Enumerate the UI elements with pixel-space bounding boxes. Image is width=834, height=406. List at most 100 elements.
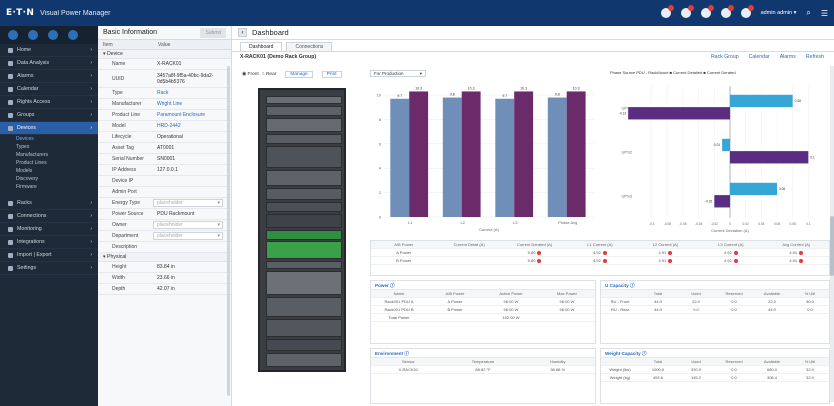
sidebar-item-calendar[interactable]: Calendar › [0, 83, 98, 96]
basic-scrollbar[interactable] [227, 66, 230, 396]
sidebar-subitem[interactable]: Manufacturers [0, 151, 98, 159]
alarm-icon[interactable] [680, 5, 694, 18]
rack-device-slot[interactable] [266, 214, 342, 228]
print-button[interactable]: Print [321, 70, 342, 78]
rack-device-slot[interactable] [266, 118, 342, 132]
rack-diagram[interactable] [258, 88, 346, 372]
sidebar-item-import-export[interactable]: Import | Export › [0, 249, 98, 262]
current-summary-table: A/B Power Current Detail (A) Current Derat… [370, 240, 830, 276]
hbar-series-2[interactable] [730, 151, 809, 164]
bar-series-1[interactable] [390, 98, 410, 217]
rack-device-slot[interactable] [266, 188, 342, 200]
home-quick-icon[interactable] [8, 30, 18, 40]
rear-radio[interactable]: ○ Rear [262, 72, 277, 77]
refresh-link[interactable]: Refresh [806, 54, 824, 60]
main-scrollbar[interactable] [830, 66, 834, 402]
sidebar-item-monitoring[interactable]: Monitoring › [0, 223, 98, 236]
front-radio[interactable]: ◉ Front [242, 72, 259, 77]
rack-device-slot[interactable] [266, 271, 342, 295]
bar-series-2[interactable] [461, 91, 481, 217]
hbar-series-1[interactable] [730, 182, 777, 196]
tab-connections[interactable]: Connections [286, 42, 333, 51]
rack-device-slot[interactable] [266, 134, 342, 144]
warning-icon[interactable] [700, 5, 714, 18]
sidebar-item-home[interactable]: Home › [0, 44, 98, 57]
alarms-icon [8, 73, 13, 79]
sidebar-item-settings[interactable]: Settings › [0, 262, 98, 275]
info-value[interactable]: Wright Line [153, 101, 231, 107]
rack-device-slot[interactable] [266, 241, 342, 259]
rack-device-slot[interactable] [266, 230, 342, 240]
info-key: Type [112, 90, 123, 96]
sidebar-item-alarms[interactable]: Alarms › [0, 70, 98, 83]
info-value[interactable]: Rack [153, 90, 231, 96]
submit-button[interactable]: Submit [200, 27, 226, 38]
bar-series-1[interactable] [442, 97, 462, 217]
y-tick-label: 8 [379, 117, 382, 122]
groups-icon [8, 112, 13, 118]
sidebar-item-devices[interactable]: Devices › [0, 122, 98, 135]
info-value: X-RACK01 [157, 61, 182, 67]
sidebar-item-rights-access[interactable]: Rights Access › [0, 96, 98, 109]
bar-series-1[interactable] [495, 98, 515, 217]
info-value[interactable]: placeholder [153, 232, 223, 240]
alarms-link[interactable]: Alarms [780, 54, 796, 60]
rack-device-slot[interactable] [266, 96, 342, 104]
user-quick-icon[interactable] [68, 30, 78, 40]
rack-device-slot[interactable] [266, 297, 342, 317]
x-tick-label: -0.06 [679, 222, 686, 226]
rack-device-slot[interactable] [266, 170, 342, 186]
section-physical[interactable]: ▾ Physical [98, 253, 231, 262]
info-value[interactable]: HRD-2442 [153, 123, 231, 129]
info-value[interactable]: placeholder [153, 221, 223, 229]
sidebar-item-connections[interactable]: Connections › [0, 210, 98, 223]
hbar-series-1[interactable] [730, 94, 793, 108]
rack-device-slot[interactable] [266, 339, 342, 351]
bar-data-label: 0.06 [779, 187, 785, 191]
info-key: IP Address [112, 167, 137, 173]
sidebar-item-data-analysis[interactable]: Data Analysis › [0, 57, 98, 70]
info-row: Manufacturer Wright Line [98, 99, 231, 110]
rack-device-slot[interactable] [266, 319, 342, 337]
sidebar-item-groups[interactable]: Groups › [0, 109, 98, 122]
sidebar-subitem[interactable]: Models [0, 167, 98, 175]
sidebar-subitem[interactable]: Devices [0, 135, 98, 143]
bar-series-2[interactable] [514, 91, 534, 217]
rack-device-slot[interactable] [266, 202, 342, 212]
info-value[interactable]: placeholder [153, 199, 223, 207]
bar-series-1[interactable] [547, 97, 567, 217]
rack-device-slot[interactable] [266, 353, 342, 367]
calendar-link[interactable]: Calendar [749, 54, 770, 60]
sidebar-item-integrations[interactable]: Integrations › [0, 236, 98, 249]
rack-device-slot[interactable] [266, 261, 342, 269]
section-device[interactable]: ▾ Device [98, 50, 231, 59]
bar-series-2[interactable] [566, 91, 586, 217]
menu-icon[interactable]: ☰ [821, 9, 828, 18]
info-row: Owner placeholder [98, 220, 231, 231]
search-icon[interactable]: ⌕ [806, 8, 810, 18]
sidebar-subitem[interactable]: Discovery [0, 175, 98, 183]
event-icon[interactable] [740, 5, 754, 18]
sidebar: Home › Data Analysis › Alarms › Calendar › Right… [0, 26, 98, 406]
hbar-series-2[interactable] [714, 195, 730, 208]
info-icon[interactable] [720, 5, 734, 18]
globe-quick-icon[interactable] [28, 30, 38, 40]
rack-group-link[interactable]: Rack Group [711, 54, 739, 60]
bar-series-2[interactable] [409, 91, 429, 217]
user-menu[interactable]: admin admin ▾ [761, 10, 797, 16]
settings-quick-icon[interactable] [48, 30, 58, 40]
rack-device-slot[interactable] [266, 146, 342, 168]
hbar-series-2[interactable] [628, 107, 730, 120]
info-value[interactable]: Paramount Enclosure [153, 112, 231, 118]
collapse-icon[interactable]: ‹ [238, 28, 247, 37]
production-select[interactable]: For Production [370, 70, 426, 77]
sidebar-subitem[interactable]: Firmware [0, 183, 98, 191]
rack-device-slot[interactable] [266, 106, 342, 116]
tab-dashboard[interactable]: Dashboard [240, 42, 283, 51]
hbar-series-1[interactable] [722, 138, 730, 152]
sidebar-subitem[interactable]: Types [0, 143, 98, 151]
notification-icon[interactable] [660, 5, 674, 18]
sidebar-subitem[interactable]: Product Lines [0, 159, 98, 167]
sidebar-item-racks[interactable]: Racks › [0, 197, 98, 210]
manage-button[interactable]: Manage [285, 70, 313, 78]
